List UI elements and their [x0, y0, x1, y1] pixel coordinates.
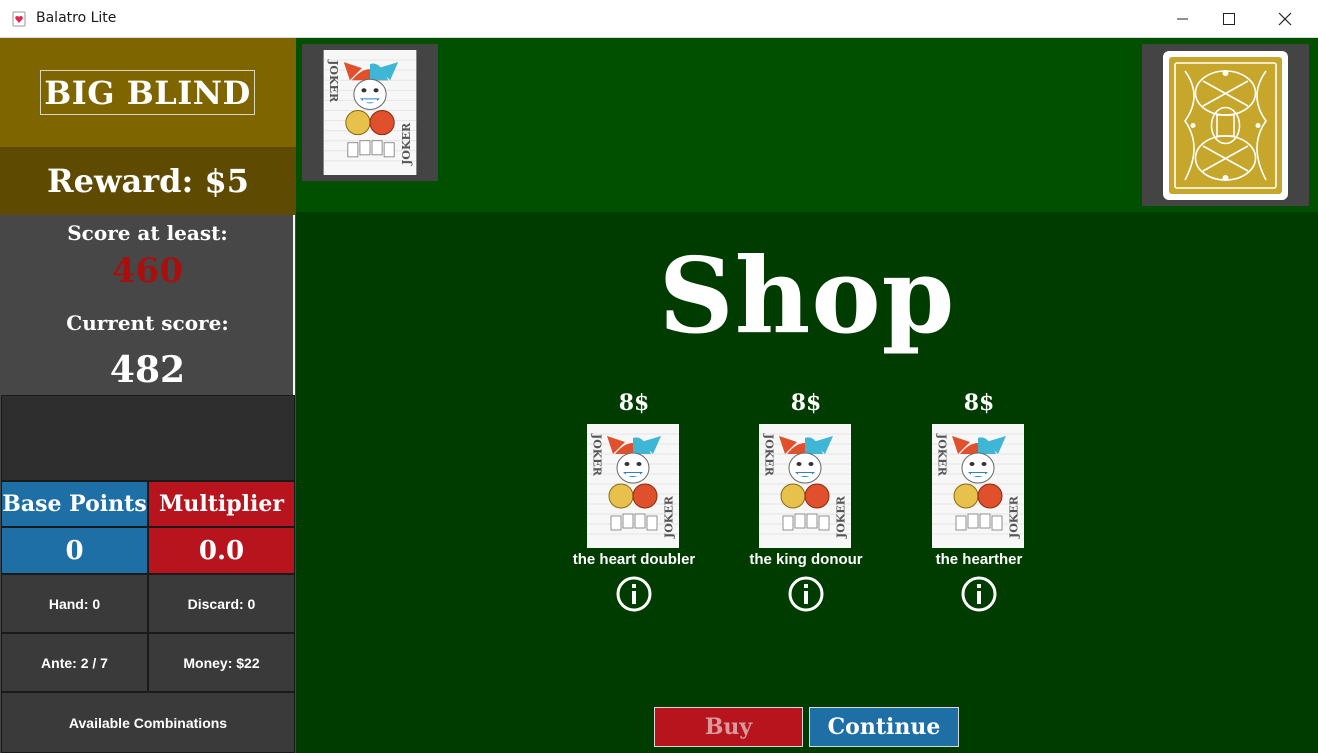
sidebar: BIG BLIND Reward: $5 Score at least: 460…	[0, 38, 296, 753]
score-target-value: 460	[112, 251, 183, 291]
current-score-label: Current score:	[66, 311, 229, 335]
close-icon	[1278, 12, 1292, 26]
joker-slot	[302, 44, 438, 181]
discard-count: Discard: 0	[148, 574, 295, 633]
blind-panel: BIG BLIND	[0, 38, 296, 147]
continue-button[interactable]: Continue	[809, 707, 959, 747]
item-price: 8$	[790, 390, 822, 416]
score-target-label: Score at least:	[67, 221, 228, 245]
score-panel: Score at least: 460 Current score: 482	[0, 215, 295, 395]
multiplier-value: 0.0	[148, 527, 295, 574]
available-combinations-button[interactable]: Available Combinations	[1, 692, 295, 753]
joker-card-icon[interactable]	[932, 424, 1024, 548]
hand-count: Hand: 0	[1, 574, 148, 633]
main-area: Shop 8$ the heart doubler 8$ the king do…	[296, 38, 1318, 753]
window-title: Balatro Lite	[36, 10, 117, 26]
base-points-label: Base Points	[1, 481, 148, 527]
item-name: the heart doubler	[572, 551, 696, 568]
hand-preview-area	[1, 395, 295, 481]
base-points-value: 0	[1, 527, 148, 574]
item-name: the hearther	[935, 551, 1023, 568]
close-button[interactable]	[1262, 0, 1308, 38]
joker-card-icon[interactable]	[759, 424, 851, 548]
maximize-icon	[1223, 13, 1235, 25]
item-name: the king donour	[749, 551, 863, 568]
deck-card-back[interactable]	[1163, 51, 1288, 200]
app-icon	[12, 11, 26, 27]
money-indicator: Money: $22	[148, 633, 295, 692]
top-bar	[296, 38, 1318, 212]
reward-label: Reward: $5	[0, 147, 296, 215]
current-score-value: 482	[109, 349, 186, 391]
deck-slot	[1142, 44, 1309, 206]
info-icon[interactable]	[615, 575, 653, 613]
multiplier-label: Multiplier	[148, 481, 295, 527]
minimize-button[interactable]	[1160, 0, 1206, 38]
info-icon[interactable]	[787, 575, 825, 613]
owned-joker-card[interactable]	[323, 50, 417, 175]
minimize-icon	[1177, 18, 1188, 20]
joker-card-icon[interactable]	[587, 424, 679, 548]
title-bar: Balatro Lite	[0, 0, 1318, 38]
buy-button[interactable]: Buy	[654, 707, 803, 747]
shop-title: Shop	[658, 234, 956, 357]
info-icon[interactable]	[960, 575, 998, 613]
ante-indicator: Ante: 2 / 7	[1, 633, 148, 692]
blind-title: BIG BLIND	[40, 70, 255, 115]
maximize-button[interactable]	[1206, 0, 1252, 38]
item-price: 8$	[618, 390, 650, 416]
item-price: 8$	[963, 390, 995, 416]
